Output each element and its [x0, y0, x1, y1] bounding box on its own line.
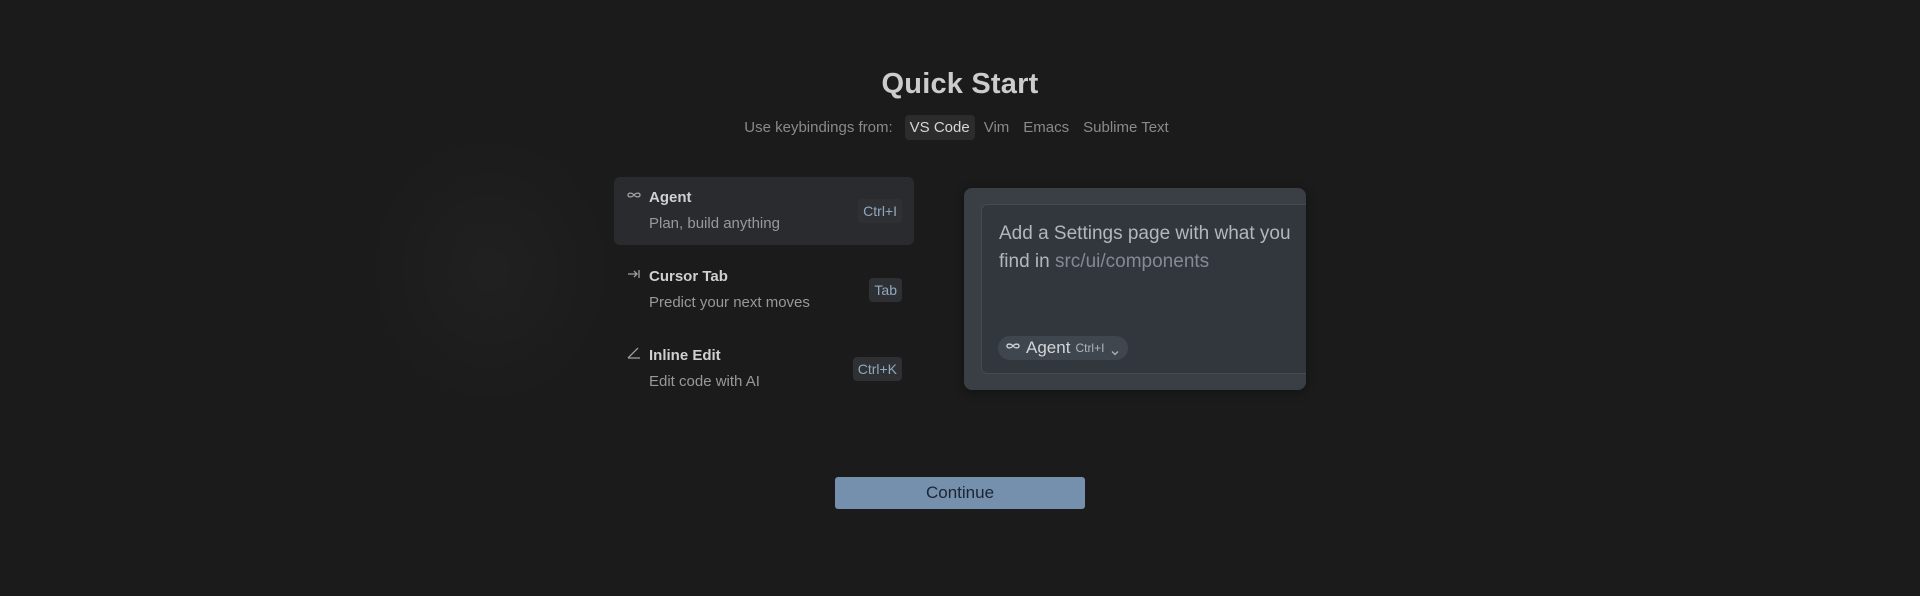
feature-title: Inline Edit — [649, 347, 721, 364]
page-title: Quick Start — [881, 68, 1039, 100]
shortcut-badge: Tab — [869, 278, 902, 302]
agent-mode-selector[interactable]: Agent Ctrl+I — [998, 336, 1129, 360]
preview-chat-input: Add a Settings page with what you find i… — [981, 204, 1306, 374]
continue-button[interactable]: Continue — [835, 477, 1085, 509]
shortcut-badge: Ctrl+K — [852, 357, 902, 381]
infinity-icon — [626, 188, 642, 202]
agent-mode-shortcut: Ctrl+I — [1075, 341, 1105, 355]
keybinding-selector: Use keybindings from: VS Code Vim Emacs … — [0, 114, 1920, 140]
feature-item-inline-edit[interactable]: Inline Edit Edit code with AI Ctrl+K — [614, 335, 914, 403]
feature-title: Agent — [649, 189, 692, 206]
preview-prompt: Add a Settings page with what you find i… — [999, 220, 1299, 276]
feature-description: Plan, build anything — [649, 215, 780, 232]
preview-prompt-path: src/ui/components — [1054, 251, 1210, 272]
feature-description: Edit code with AI — [649, 373, 760, 390]
shortcut-badge: Ctrl+I — [858, 199, 902, 223]
feature-list: Agent Plan, build anything Ctrl+I Cursor… — [614, 177, 914, 414]
chevron-down-icon — [1110, 343, 1120, 356]
keybinding-label: Use keybindings from: — [744, 118, 893, 136]
feature-item-cursor-tab[interactable]: Cursor Tab Predict your next moves Tab — [614, 256, 914, 324]
edit-angle-icon — [626, 346, 642, 360]
quick-start-page: Quick Start Use keybindings from: VS Cod… — [0, 0, 1920, 596]
keybinding-option-sublime[interactable]: Sublime Text — [1078, 115, 1174, 140]
feature-description: Predict your next moves — [649, 294, 810, 311]
feature-item-agent[interactable]: Agent Plan, build anything Ctrl+I — [614, 177, 914, 245]
keybinding-option-emacs[interactable]: Emacs — [1018, 115, 1074, 140]
agent-mode-label: Agent — [1026, 338, 1071, 357]
keybinding-option-vscode[interactable]: VS Code — [904, 114, 975, 140]
keybinding-option-vim[interactable]: Vim — [979, 115, 1015, 140]
tab-arrow-icon — [626, 267, 642, 281]
feature-preview-panel: Add a Settings page with what you find i… — [964, 188, 1306, 390]
feature-title: Cursor Tab — [649, 268, 728, 285]
infinity-icon — [1005, 339, 1021, 357]
